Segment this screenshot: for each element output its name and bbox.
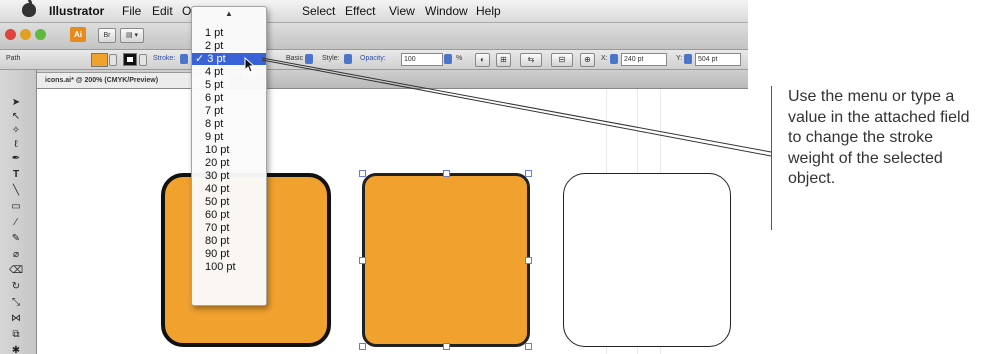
callout-leader-line [261,59,772,157]
callout-leader-line [261,57,772,153]
callout-bar [771,86,772,230]
callout-text: Use the menu or type a value in the atta… [788,88,970,187]
